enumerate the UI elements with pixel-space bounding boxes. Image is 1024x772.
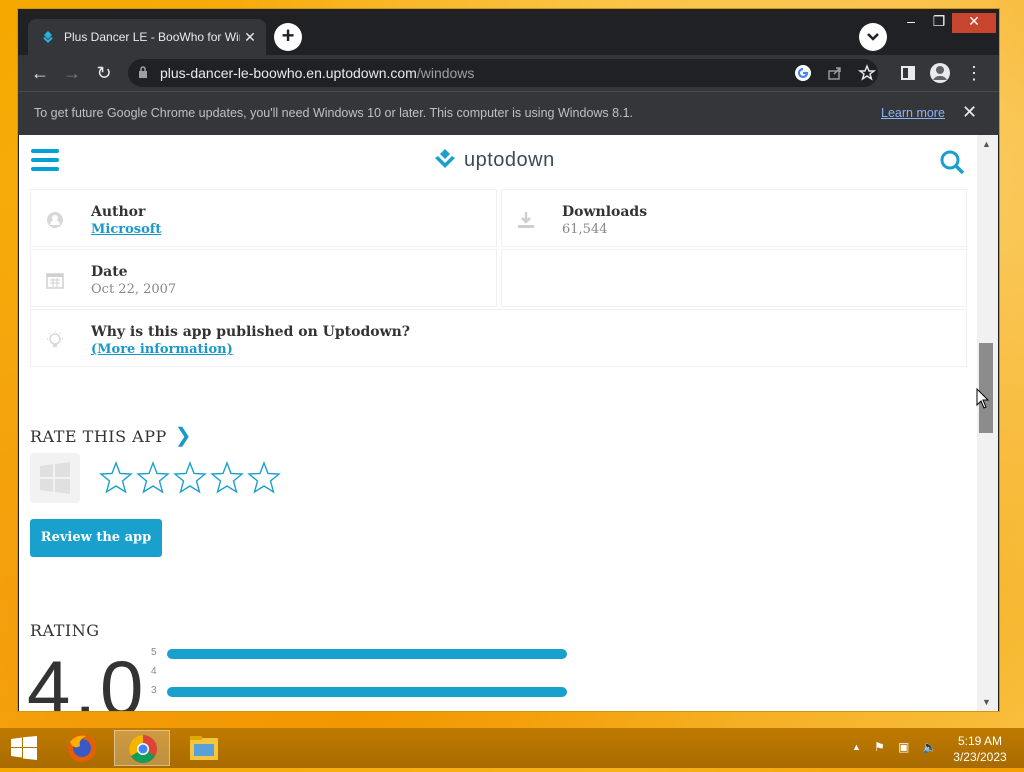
address-bar[interactable]: plus-dancer-le-boowho.en.uptodown.com/wi…	[128, 59, 878, 87]
scroll-down-icon[interactable]: ▼	[982, 697, 991, 707]
star-rating-input	[99, 461, 281, 495]
date-card: Date Oct 22, 2007	[30, 249, 497, 307]
more-information-link[interactable]: (More information)	[91, 342, 233, 357]
tab-close-icon[interactable]: ✕	[240, 29, 260, 46]
author-label: Author	[91, 204, 146, 220]
chrome-window: Plus Dancer LE - BooWho for Wir ✕ + ‒ ❐ …	[17, 8, 1000, 712]
app-thumbnail	[30, 453, 80, 503]
why-card: Why is this app published on Uptodown? (…	[30, 309, 967, 367]
logo-text: uptodown	[464, 148, 555, 171]
rating-bar-label: 5	[151, 647, 157, 658]
clock-time: 5:19 AM	[957, 734, 1003, 748]
infobar-message: To get future Google Chrome updates, you…	[34, 106, 633, 120]
uptodown-logo-icon	[435, 149, 455, 168]
rate-title: RATE THIS APP	[30, 427, 167, 446]
lightbulb-icon	[47, 331, 63, 347]
folder-icon	[190, 736, 218, 760]
chrome-icon	[129, 735, 157, 763]
url-text: plus-dancer-le-boowho.en.uptodown.com/wi…	[160, 65, 474, 81]
windows-logo-icon	[40, 462, 70, 494]
rating-bar-label: 4	[151, 666, 157, 677]
rating-score: 4.0	[27, 644, 148, 711]
bookmark-star-icon[interactable]	[858, 64, 876, 82]
page-scrollbar[interactable]: ▲ ▼	[977, 135, 998, 711]
action-center-flag-icon[interactable]: ⚑	[874, 740, 885, 754]
lock-icon	[139, 66, 147, 78]
firefox-taskbar-item[interactable]	[54, 730, 110, 766]
window-close-button[interactable]: ✕	[952, 13, 996, 33]
uptodown-logo[interactable]: uptodown	[432, 147, 555, 173]
date-label: Date	[91, 264, 128, 280]
chevron-down-icon	[867, 33, 879, 41]
mouse-cursor-icon	[976, 388, 990, 409]
search-icon[interactable]	[939, 149, 965, 175]
chevron-right-icon: ❯	[174, 423, 193, 447]
volume-muted-icon[interactable]: 🔈	[922, 740, 937, 754]
star-icon[interactable]	[210, 461, 244, 495]
rating-heading: RATING	[30, 621, 100, 640]
forward-icon[interactable]: →	[60, 61, 84, 85]
tab-title: Plus Dancer LE - BooWho for Wir	[64, 30, 240, 44]
date-value: Oct 22, 2007	[91, 282, 177, 297]
downloads-value: 61,544	[562, 222, 608, 237]
network-icon[interactable]: ▣	[898, 740, 909, 754]
site-header: uptodown	[19, 135, 977, 183]
web-page: uptodown Author Microsoft Downloads 61,5…	[19, 135, 977, 711]
menu-kebab-icon[interactable]: ⋮	[962, 61, 986, 85]
downloads-label: Downloads	[562, 204, 648, 220]
taskbar-clock[interactable]: 5:19 AM 3/23/2023	[950, 733, 1010, 765]
infobar-close-icon[interactable]: ✕	[962, 102, 977, 123]
firefox-icon	[68, 734, 96, 762]
star-icon[interactable]	[247, 461, 281, 495]
star-icon[interactable]	[136, 461, 170, 495]
user-icon	[47, 212, 63, 228]
download-icon	[518, 212, 534, 228]
rate-this-app-heading[interactable]: RATE THIS APP ❯	[30, 423, 192, 447]
author-link[interactable]: Microsoft	[91, 222, 161, 237]
star-icon[interactable]	[173, 461, 207, 495]
side-panel-icon[interactable]	[896, 61, 920, 85]
rating-bar-fill	[167, 687, 567, 697]
why-label: Why is this app published on Uptodown?	[91, 324, 411, 340]
calendar-icon	[46, 273, 64, 289]
tab-strip: Plus Dancer LE - BooWho for Wir ✕ + ‒ ❐ …	[18, 9, 999, 55]
tray-expand-icon[interactable]: ▲	[852, 742, 861, 752]
update-infobar: To get future Google Chrome updates, you…	[18, 91, 999, 135]
star-icon[interactable]	[99, 461, 133, 495]
uptodown-favicon-icon	[43, 31, 53, 43]
windows-taskbar: ▲ ⚑ ▣ 🔈 5:19 AM 3/23/2023	[0, 728, 1024, 768]
empty-card	[501, 249, 967, 307]
downloads-card: Downloads 61,544	[501, 189, 967, 247]
google-icon[interactable]	[794, 64, 812, 82]
hamburger-menu-icon[interactable]	[31, 149, 59, 171]
toolbar: ← → ↻ plus-dancer-le-boowho.en.uptodown.…	[18, 55, 999, 91]
rating-bar-label: 3	[151, 685, 157, 696]
back-icon[interactable]: ←	[28, 61, 52, 85]
share-icon[interactable]	[826, 64, 844, 82]
maximize-button[interactable]: ❐	[922, 13, 956, 33]
rating-bar-fill	[167, 649, 567, 659]
tab-search-button[interactable]	[859, 23, 887, 51]
chrome-taskbar-item[interactable]	[114, 730, 170, 766]
review-app-button[interactable]: Review the app	[30, 519, 162, 557]
learn-more-link[interactable]: Learn more	[881, 106, 945, 120]
url-path: /windows	[416, 65, 475, 81]
windows-start-icon[interactable]	[10, 736, 38, 760]
file-explorer-taskbar-item[interactable]	[176, 730, 232, 766]
clock-date: 3/23/2023	[953, 750, 1007, 764]
reload-icon[interactable]: ↻	[92, 61, 116, 85]
new-tab-button[interactable]: +	[274, 23, 302, 51]
author-card: Author Microsoft	[30, 189, 497, 247]
url-host: plus-dancer-le-boowho.en.uptodown.com	[160, 65, 417, 81]
profile-avatar-icon[interactable]	[928, 61, 952, 85]
scroll-up-icon[interactable]: ▲	[982, 139, 991, 149]
tab-active[interactable]: Plus Dancer LE - BooWho for Wir ✕	[28, 19, 266, 55]
